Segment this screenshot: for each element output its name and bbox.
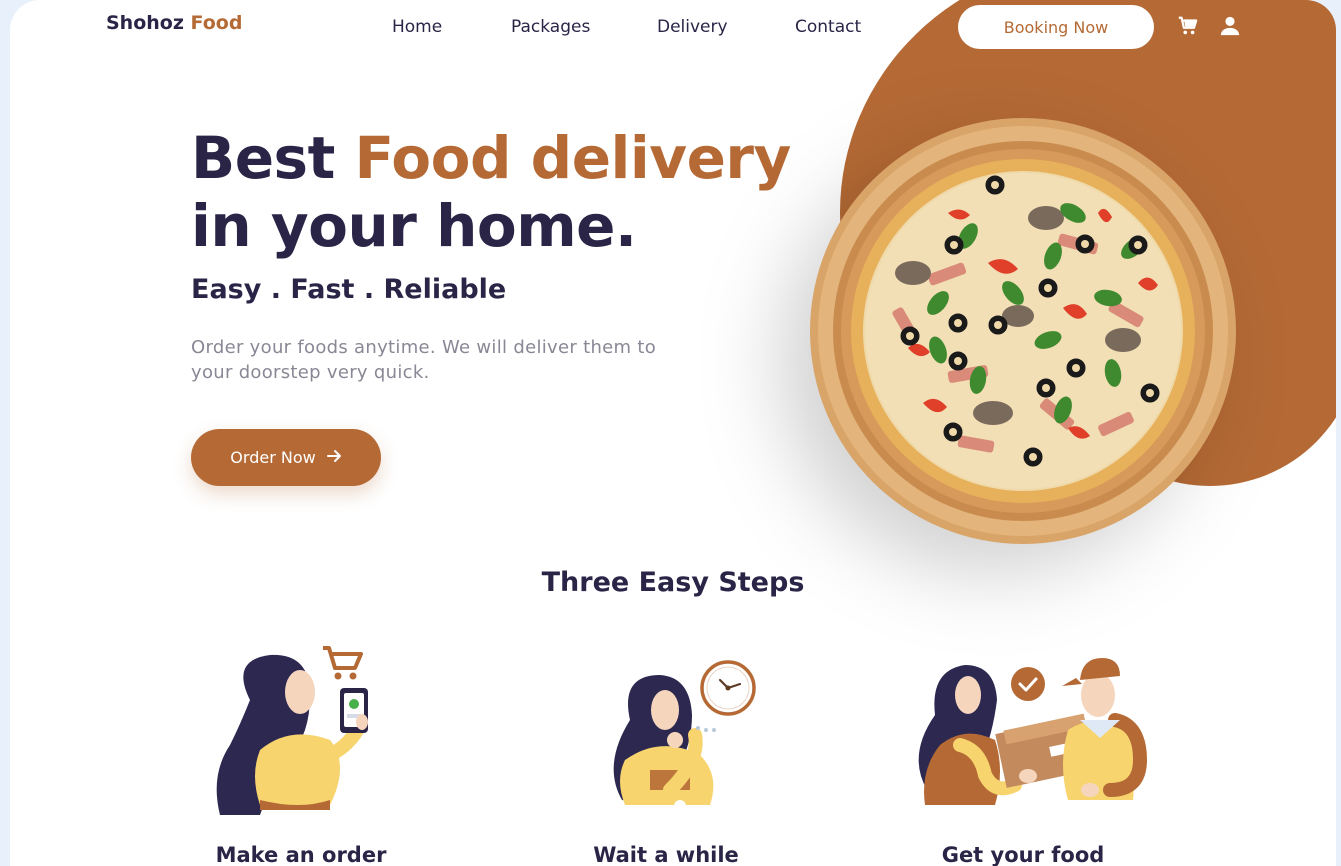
hero-title-line2: in your home. <box>191 192 637 260</box>
steps-section-title: Three Easy Steps <box>541 567 805 598</box>
hero-title: Best Food delivery in your home. <box>191 124 791 260</box>
order-now-label: Order Now <box>230 448 316 467</box>
page: Shohoz Food Home Packages Delivery Conta… <box>10 0 1336 866</box>
cart-icon[interactable] <box>1177 15 1199 37</box>
brand-name-accent: Food <box>190 12 243 34</box>
nav-item-packages[interactable]: Packages <box>511 17 590 37</box>
user-icon[interactable] <box>1219 15 1241 37</box>
step-label-make-order: Make an order <box>215 843 387 866</box>
hero-description: Order your foods anytime. We will delive… <box>191 337 657 383</box>
hero-title-part1: Best <box>191 124 335 192</box>
checkmark-icon <box>1011 667 1045 701</box>
hero-title-accent: Food delivery <box>354 124 792 192</box>
step-order-illustration <box>190 640 440 820</box>
nav-item-home[interactable]: Home <box>392 17 442 37</box>
booking-now-button[interactable]: Booking Now <box>958 5 1154 49</box>
step-wait-illustration <box>570 640 820 820</box>
pizza-image <box>808 118 1238 544</box>
arrow-right-icon <box>326 448 342 468</box>
step-label-wait: Wait a while <box>593 843 739 866</box>
nav-item-contact[interactable]: Contact <box>795 17 861 37</box>
brand-name: Shohoz <box>106 12 184 34</box>
step-delivery-illustration <box>900 640 1150 820</box>
order-now-button[interactable]: Order Now <box>191 429 381 486</box>
brand-logo[interactable]: Shohoz Food <box>106 12 242 34</box>
nav-item-delivery[interactable]: Delivery <box>657 17 728 37</box>
clock-icon <box>700 660 756 716</box>
step-label-get-food: Get your food <box>941 843 1105 866</box>
hero-tagline: Easy . Fast . Reliable <box>191 274 507 305</box>
